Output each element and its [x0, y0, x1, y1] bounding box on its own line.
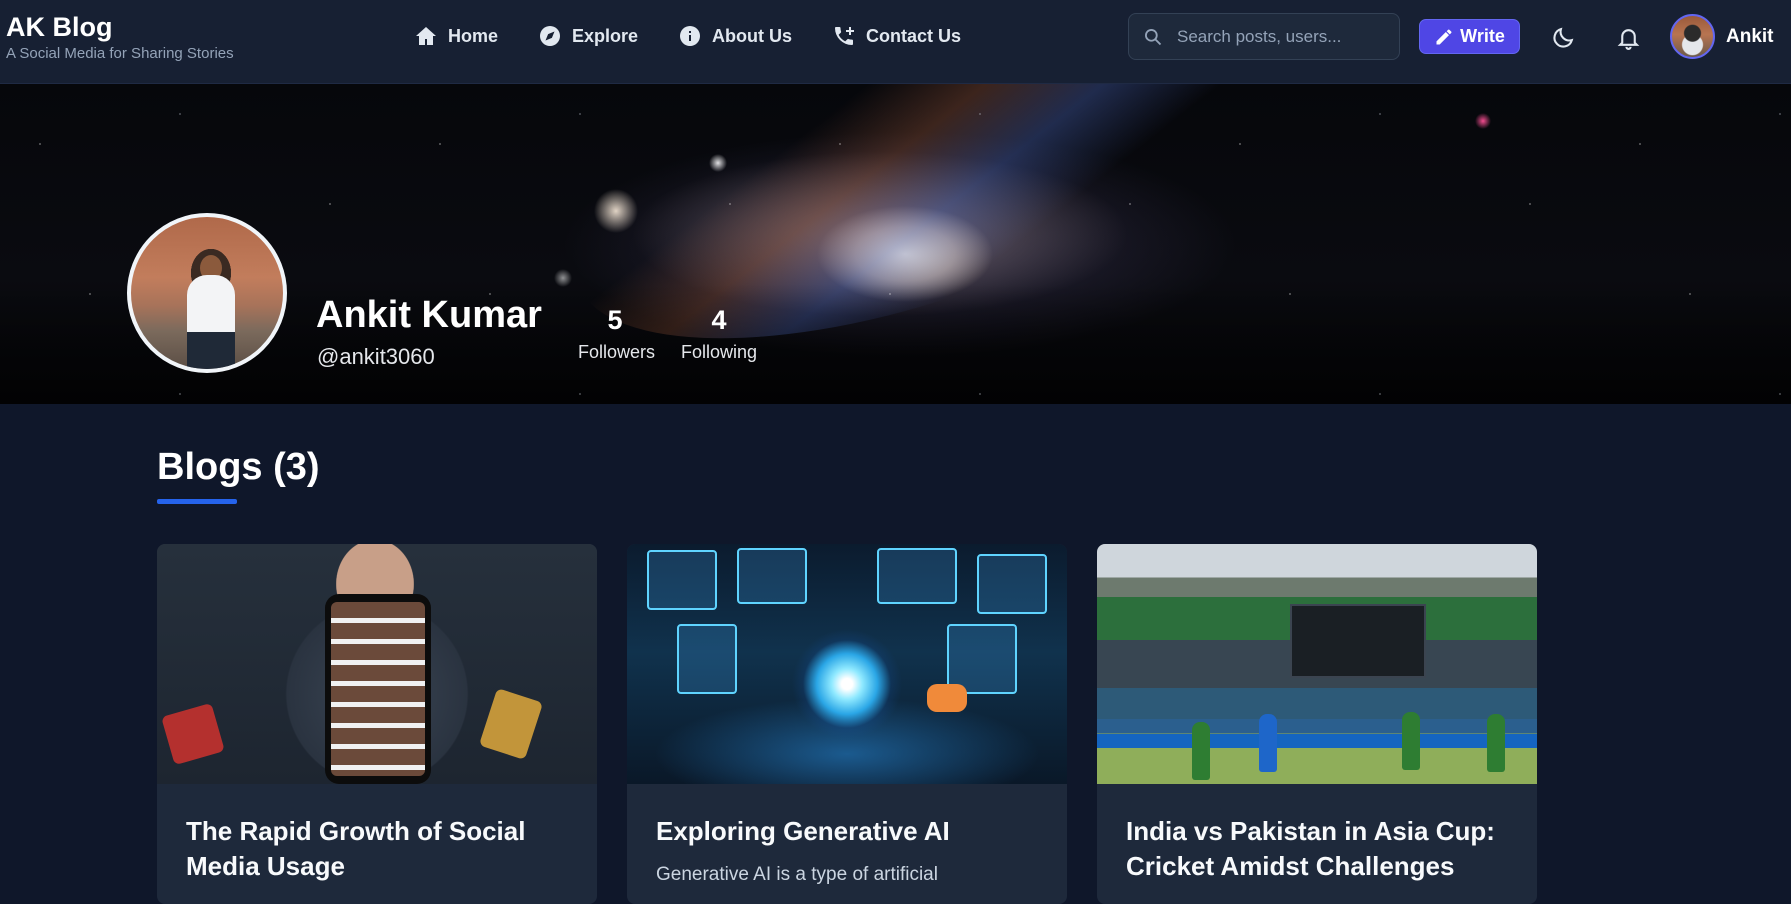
blog-thumbnail: [157, 544, 597, 784]
nav-about-label: About Us: [712, 25, 793, 46]
blog-card-title[interactable]: India vs Pakistan in Asia Cup: Cricket A…: [1126, 814, 1516, 884]
phone-graphic: [325, 594, 431, 784]
nav-explore[interactable]: Explore: [538, 24, 638, 48]
notifications-button[interactable]: [1613, 22, 1643, 52]
blog-card[interactable]: India vs Pakistan in Asia Cup: Cricket A…: [1097, 544, 1537, 904]
chips-bag: [161, 702, 225, 766]
user-name: Ankit: [1726, 25, 1774, 47]
player-figure: [1402, 712, 1420, 770]
advert-boards: [1097, 734, 1537, 748]
phone-screen: [331, 602, 425, 776]
phone-plus-icon: [835, 27, 855, 45]
blogs-heading: Blogs (3): [157, 446, 320, 488]
player-figure: [1487, 714, 1505, 772]
blog-thumbnail: [1097, 544, 1537, 784]
profile-avatar: [127, 213, 287, 373]
holo-panel: [877, 548, 957, 604]
player-figure: [1192, 722, 1210, 780]
main-nav: Home Explore About Us Contact Us: [414, 0, 961, 72]
holo-panel: [977, 554, 1047, 614]
holo-panel: [737, 548, 807, 604]
following-stat[interactable]: 4 Following: [681, 305, 757, 363]
followers-label: Followers: [578, 342, 656, 362]
search-input[interactable]: [1177, 26, 1387, 47]
bell-icon: [1617, 28, 1639, 50]
profile-handle: @ankit3060: [317, 344, 435, 369]
brand-title[interactable]: AK Blog: [6, 12, 234, 43]
followers-stat[interactable]: 5 Followers: [578, 305, 656, 363]
home-icon: [416, 27, 436, 45]
followers-count: 5: [607, 305, 623, 335]
top-navbar: AK Blog A Social Media for Sharing Stori…: [0, 0, 1791, 84]
blog-card-title[interactable]: Exploring Generative AI: [656, 814, 1046, 849]
following-label: Following: [681, 342, 758, 362]
blog-thumbnail: [627, 544, 1067, 784]
blog-card-excerpt: Generative AI is a type of artificial: [656, 864, 938, 885]
blog-card[interactable]: The Rapid Growth of Social Media Usage: [157, 544, 597, 904]
nav-home-label: Home: [448, 25, 499, 46]
write-button[interactable]: Write: [1419, 19, 1520, 54]
nav-contact[interactable]: Contact Us: [832, 24, 961, 48]
player-figure: [1259, 714, 1277, 772]
brand-tagline: A Social Media for Sharing Stories: [6, 45, 234, 62]
scoreboard-graphic: [1290, 604, 1426, 678]
avatar-body: [187, 275, 235, 369]
chips-bag: [478, 688, 544, 760]
search-bar[interactable]: [1128, 13, 1400, 60]
search-icon: [1145, 28, 1162, 45]
flowers-graphic: [927, 684, 967, 712]
nav-about[interactable]: About Us: [678, 24, 792, 48]
blog-card-title[interactable]: The Rapid Growth of Social Media Usage: [186, 814, 576, 884]
blog-card[interactable]: Exploring Generative AI Generative AI is…: [627, 544, 1067, 904]
holo-panel: [677, 624, 737, 694]
following-count: 4: [711, 305, 727, 335]
compass-icon: [540, 26, 561, 46]
write-button-label: Write: [1460, 26, 1505, 46]
nav-explore-label: Explore: [572, 25, 639, 46]
avatar: [1670, 14, 1715, 59]
holo-panel: [647, 550, 717, 610]
pen-icon: [1436, 29, 1452, 44]
nav-contact-label: Contact Us: [866, 25, 962, 46]
profile-name: Ankit Kumar: [316, 294, 542, 336]
info-icon: [680, 26, 701, 46]
nav-home[interactable]: Home: [414, 24, 498, 48]
user-menu[interactable]: Ankit: [1670, 14, 1774, 59]
brand[interactable]: AK Blog A Social Media for Sharing Stori…: [6, 12, 234, 62]
theme-toggle-button[interactable]: [1548, 22, 1578, 52]
moon-icon: [1552, 27, 1573, 48]
heading-underline: [157, 499, 237, 504]
